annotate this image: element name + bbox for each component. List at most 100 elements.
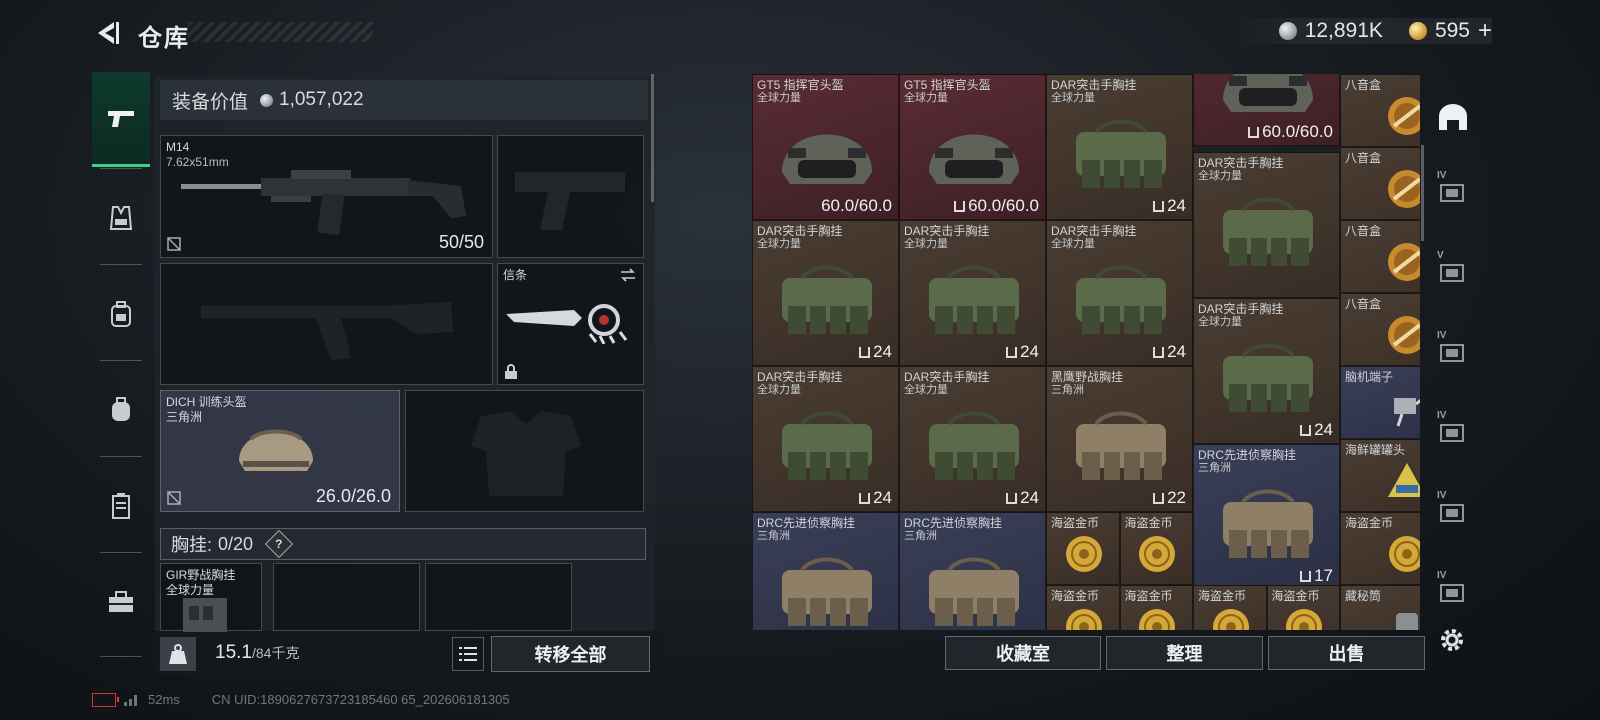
nav-backpack[interactable]: [92, 364, 150, 456]
storage-item[interactable]: 海盗金币: [1046, 512, 1120, 585]
storage-tab-1[interactable]: IV: [1425, 154, 1481, 224]
storage-tab-4[interactable]: IV: [1425, 394, 1481, 464]
chest-rig-empty-slot[interactable]: [425, 563, 572, 631]
item-count-value: 24: [1020, 342, 1039, 361]
storage-item[interactable]: DAR突击手胸挂 全球力量 24: [1046, 74, 1193, 220]
storage-item[interactable]: DAR突击手胸挂 全球力量 24: [752, 366, 899, 512]
tab-level-label: V: [1437, 250, 1444, 261]
chest-rig-item-slot[interactable]: GIR野战胸挂 全球力量: [160, 563, 262, 632]
helmet-slot[interactable]: DICH 训练头盔 三角洲 26.0/26.0: [160, 390, 400, 512]
storage-tab-3[interactable]: IV: [1425, 314, 1481, 384]
bag-icon: [112, 397, 130, 421]
back-button[interactable]: [92, 18, 122, 48]
storage-item[interactable]: DRC先进侦察胸挂 三角洲 17: [1193, 444, 1340, 590]
storage-item[interactable]: DRC先进侦察胸挂 三角洲: [899, 512, 1046, 630]
storage-item[interactable]: 藏秘筒: [1340, 585, 1420, 630]
secondary-weapon-slot[interactable]: [160, 263, 493, 385]
storage-item[interactable]: 海盗金币: [1046, 585, 1120, 630]
storage-item[interactable]: 海盗金币: [1119, 585, 1193, 630]
storage-item[interactable]: DAR突击手胸挂 全球力量 24: [1193, 298, 1340, 444]
music-box-icon: [1388, 315, 1420, 354]
item-count: 17: [1300, 566, 1333, 586]
storage-tab-5[interactable]: IV: [1425, 474, 1481, 544]
armor-slot[interactable]: [405, 390, 644, 512]
item-name: 海盗金币: [1271, 589, 1320, 603]
storage-item[interactable]: 脑机端子: [1340, 366, 1420, 439]
nav-armor[interactable]: [92, 460, 150, 552]
storage-box-icon: [1440, 424, 1464, 442]
storage-item[interactable]: 八音盒: [1340, 293, 1420, 366]
storage-item[interactable]: GT5 指挥官头盔 全球力量 60.0/60.0: [899, 74, 1046, 220]
neural-terminal-icon: [1394, 397, 1420, 426]
item-name: 海鲜罐罐头: [1345, 443, 1406, 457]
storage-item[interactable]: DAR突击手胸挂 全球力量 24: [752, 220, 899, 366]
storage-item[interactable]: GT5 指挥官头盔 全球力量 60.0/60.0: [752, 74, 899, 220]
organize-button[interactable]: 整理: [1106, 636, 1263, 670]
storage-item[interactable]: 海盗金币: [1193, 585, 1267, 630]
storage-item[interactable]: 海盗金币: [1119, 512, 1193, 585]
tab-level-label: IV: [1437, 330, 1447, 341]
chest-rig-label: 胸挂:: [171, 535, 213, 555]
helmet-icon: [928, 134, 1019, 184]
sell-button[interactable]: 出售: [1268, 636, 1425, 670]
storage-item[interactable]: 海盗金币: [1266, 585, 1340, 630]
storage-box-icon: [1440, 184, 1464, 202]
chest-rig-icon: [928, 557, 1019, 626]
storage-grid: GT5 指挥官头盔 全球力量 60.0/60.0 GT5 指挥官头盔 全球力量 60.0/…: [752, 74, 1420, 630]
storage-tab-2[interactable]: V: [1425, 234, 1481, 304]
item-name: GT5 指挥官头盔: [757, 78, 844, 92]
storage-item[interactable]: DAR突击手胸挂 全球力量 24: [1046, 220, 1193, 366]
storage-item[interactable]: 八音盒: [1340, 74, 1420, 147]
stack-icon: [1153, 346, 1165, 358]
chest-rig-capacity-bar: 胸挂: 0/20 ?: [160, 528, 646, 560]
collection-room-button[interactable]: 收藏室: [945, 636, 1101, 670]
item-name: GT5 指挥官头盔: [904, 78, 991, 92]
storage-item[interactable]: 海鲜罐罐头: [1340, 439, 1420, 512]
nav-backpack-small[interactable]: [92, 268, 150, 360]
storage-item[interactable]: DAR突击手胸挂 全球力量: [1193, 152, 1340, 298]
page-title: 仓库: [138, 25, 190, 52]
weight-icon-box: [160, 637, 196, 671]
list-view-button[interactable]: [452, 637, 484, 671]
weapon-durability: 50/50: [438, 232, 484, 252]
chest-rig-empty-slot[interactable]: [273, 563, 420, 631]
item-count: 24: [1153, 196, 1186, 216]
item-name: DAR突击手胸挂: [757, 370, 843, 384]
storage-tab-home[interactable]: [1425, 82, 1481, 152]
item-count-value: 24: [1020, 488, 1039, 507]
storage-item[interactable]: 八音盒: [1340, 220, 1420, 293]
storage-item[interactable]: 海盗金币: [1340, 512, 1420, 585]
backpack-icon: [111, 301, 131, 327]
storage-item[interactable]: 黑鹰野战胸挂 三角洲 22: [1046, 366, 1193, 512]
add-currency-button[interactable]: +: [1478, 17, 1492, 45]
nav-weapons[interactable]: [92, 72, 150, 167]
storage-item[interactable]: 60.0/60.0: [1193, 74, 1340, 146]
help-button[interactable]: ?: [264, 529, 294, 559]
storage-item[interactable]: DAR突击手胸挂 全球力量 24: [899, 366, 1046, 512]
primary-weapon-slot[interactable]: M14 7.62x51mm 50/50: [160, 135, 493, 258]
stack-icon: [1300, 424, 1312, 436]
item-count-value: 60.0/60.0: [968, 196, 1039, 215]
item-icon: [1396, 612, 1418, 630]
sidearm-slot[interactable]: [497, 135, 644, 258]
equipment-scrollbar[interactable]: [651, 74, 654, 202]
weight-icon: [169, 644, 187, 664]
transfer-all-button[interactable]: 转移全部: [491, 636, 650, 672]
settings-gear-icon[interactable]: [1436, 624, 1468, 656]
chest-rig-icon: [1075, 265, 1166, 334]
nav-chest-rig[interactable]: [92, 172, 150, 264]
storage-box-icon: [1440, 264, 1464, 282]
storage-item[interactable]: DAR突击手胸挂 全球力量 24: [899, 220, 1046, 366]
storage-scrollbar[interactable]: [1421, 145, 1424, 241]
item-name: DAR突击手胸挂: [904, 224, 990, 238]
melee-slot[interactable]: 信条: [497, 263, 644, 385]
storage-tab-6[interactable]: IV: [1425, 554, 1481, 624]
currency-bar: 12,891K 595 +: [1230, 17, 1492, 45]
swap-icon[interactable]: [619, 268, 637, 282]
storage-item[interactable]: 八音盒: [1340, 147, 1420, 220]
item-count: 24: [1300, 420, 1333, 440]
melee-name: 信条: [503, 268, 528, 282]
nav-case[interactable]: [92, 556, 150, 648]
item-name: 海盗金币: [1198, 589, 1247, 603]
storage-item[interactable]: DRC先进侦察胸挂 三角洲: [752, 512, 899, 630]
